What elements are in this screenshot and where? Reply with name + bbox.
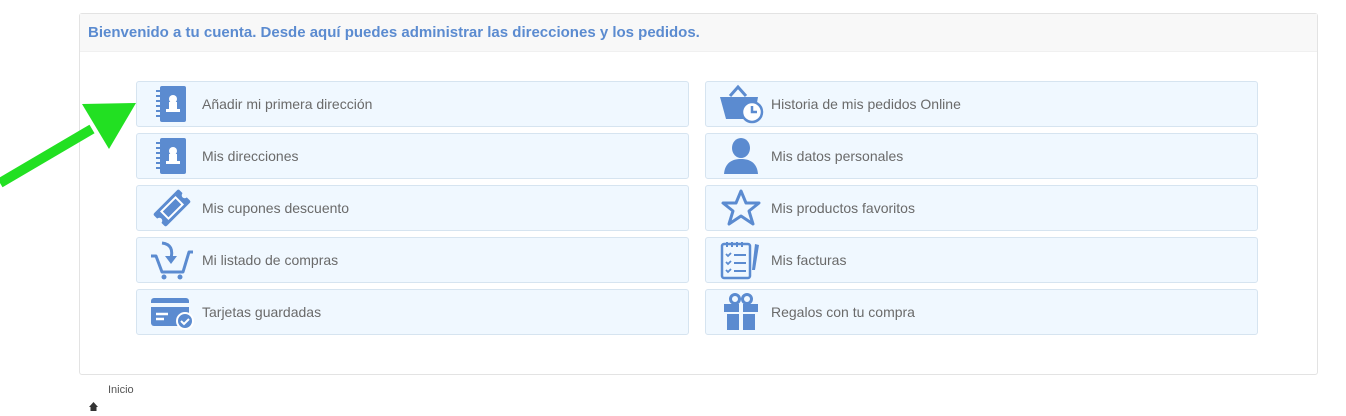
saved-cards-button[interactable]: Tarjetas guardadas	[136, 289, 689, 335]
coupon-icon	[147, 188, 197, 228]
order-history-label: Historia de mis pedidos Online	[771, 96, 961, 112]
personal-data-label: Mis datos personales	[771, 148, 904, 164]
discount-coupons-label: Mis cupones descuento	[202, 200, 350, 216]
basket-clock-icon	[716, 84, 766, 124]
my-addresses-label: Mis direcciones	[202, 148, 299, 164]
arrow-annotation-icon	[0, 103, 136, 188]
gift-icon	[716, 292, 766, 332]
favorite-products-button[interactable]: Mis productos favoritos	[705, 185, 1258, 231]
user-icon	[716, 136, 766, 176]
saved-cards-label: Tarjetas guardadas	[202, 304, 322, 320]
cart-icon	[147, 240, 197, 280]
welcome-heading: Bienvenido a tu cuenta. Desde aquí puede…	[80, 14, 1317, 52]
gifts-button[interactable]: Regalos con tu compra	[705, 289, 1258, 335]
address-book-icon	[147, 136, 197, 176]
order-history-button[interactable]: Historia de mis pedidos Online	[705, 81, 1258, 127]
shopping-list-button[interactable]: Mi listado de compras	[136, 237, 689, 283]
personal-data-button[interactable]: Mis datos personales	[705, 133, 1258, 179]
credit-card-icon	[147, 292, 197, 332]
home-breadcrumb-link[interactable]: Inicio	[108, 384, 134, 396]
add-first-address-button[interactable]: Añadir mi primera dirección	[136, 81, 689, 127]
invoices-button[interactable]: Mis facturas	[705, 237, 1258, 283]
address-book-icon	[147, 84, 197, 124]
account-menu-grid: Añadir mi primera dirección Historia de …	[136, 81, 1258, 335]
favorite-products-label: Mis productos favoritos	[771, 200, 915, 216]
account-panel: Bienvenido a tu cuenta. Desde aquí puede…	[79, 13, 1318, 375]
gifts-label: Regalos con tu compra	[771, 304, 915, 320]
invoice-icon	[716, 240, 766, 280]
add-first-address-label: Añadir mi primera dirección	[202, 96, 373, 112]
invoices-label: Mis facturas	[771, 252, 847, 268]
discount-coupons-button[interactable]: Mis cupones descuento	[136, 185, 689, 231]
my-addresses-button[interactable]: Mis direcciones	[136, 133, 689, 179]
shopping-list-label: Mi listado de compras	[202, 252, 339, 268]
star-icon	[716, 188, 766, 228]
